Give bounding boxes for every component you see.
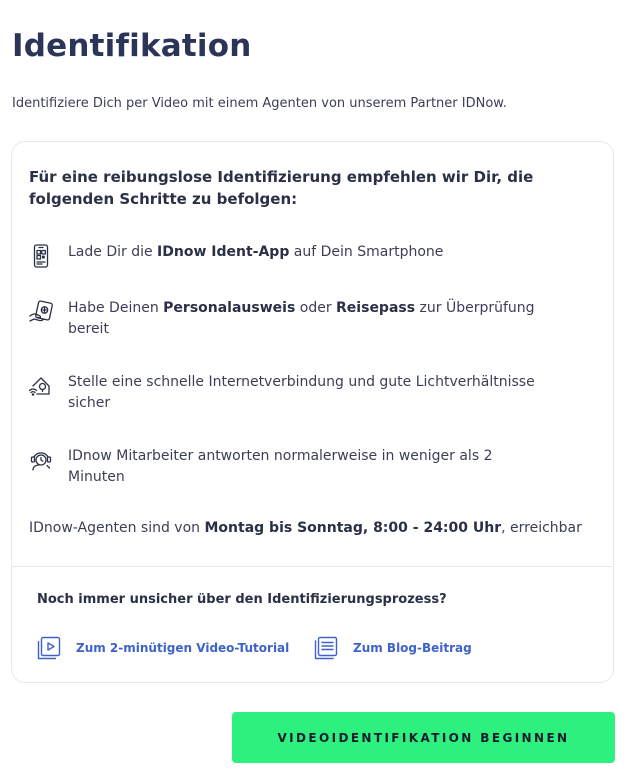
agent-availability: IDnow-Agenten sind von Montag bis Sonnta… [29,520,582,536]
identification-page: Identifikation Identifiziere Dich per Vi… [0,0,642,778]
page-subtitle: Identifiziere Dich per Video mit einem A… [12,96,507,111]
start-video-identification-button[interactable]: VIDEOIDENTIFIKATION BEGINNEN [232,712,615,763]
video-tutorial-link[interactable]: Zum 2-minütigen Video-Tutorial [36,635,289,661]
card-divider [12,566,613,567]
wifi-light-icon [27,372,55,400]
step-text: Lade Dir die IDnow Ident-App auf Dein Sm… [68,244,444,260]
agent-clock-icon [27,446,55,474]
article-icon [313,635,339,661]
video-play-icon [36,635,62,661]
blog-post-link[interactable]: Zum Blog-Beitrag [313,635,472,661]
video-tutorial-label: Zum 2-minütigen Video-Tutorial [76,641,290,655]
step-text: Habe Deinen Personalausweis oder Reisepa… [68,300,535,337]
step-text: IDnow Mitarbeiter antworten normalerweis… [68,448,493,485]
availability-hours: Montag bis Sonntag, 8:00 - 24:00 Uhr [204,520,502,536]
id-card-hand-icon [27,298,55,326]
step-text: Stelle eine schnelle Internetverbindung … [68,374,535,411]
page-title: Identifikation [12,28,252,64]
help-question: Noch immer unsicher über den Identifizie… [37,592,447,607]
blog-post-label: Zum Blog-Beitrag [353,641,472,655]
instructions-card: Für eine reibungslose Identifizierung em… [11,141,614,683]
smartphone-qr-icon [27,242,55,270]
card-heading: Für eine reibungslose Identifizierung em… [29,168,534,208]
